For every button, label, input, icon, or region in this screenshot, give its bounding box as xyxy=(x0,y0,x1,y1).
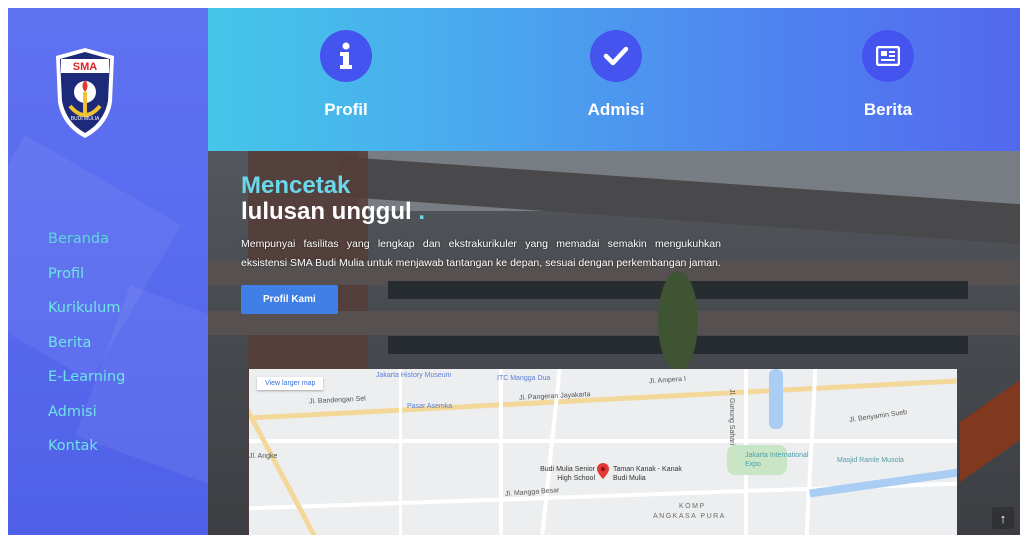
sidebar-item-beranda[interactable]: Beranda xyxy=(48,222,125,257)
feature-profil-label: Profil xyxy=(324,100,368,119)
logo-text: SMA xyxy=(73,61,98,73)
location-map[interactable]: View larger map Jakarta History Museum I… xyxy=(249,369,957,535)
school-logo[interactable]: SMA BUDI MULIA xyxy=(52,46,118,140)
map-label-itc: ITC Mangga Dua xyxy=(497,375,551,382)
feature-berita-label: Berita xyxy=(863,100,913,119)
map-label-taman: Taman Kanak - Kanak Budi Mulia xyxy=(613,466,682,482)
sidebar-item-kontak[interactable]: Kontak xyxy=(48,429,125,464)
feature-berita[interactable]: Berita xyxy=(818,30,958,120)
sidebar-item-admisi[interactable]: Admisi xyxy=(48,395,125,430)
map-label-expo: Jakarta International Expo xyxy=(745,452,809,468)
sidebar-item-berita[interactable]: Berita xyxy=(48,326,125,361)
sidebar-item-profil[interactable]: Profil xyxy=(48,257,125,292)
map-road xyxy=(399,369,402,535)
hero-title-line2-text: lulusan unggul xyxy=(241,198,412,225)
hero-title-line1: Mencetak xyxy=(241,172,351,199)
map-road xyxy=(249,439,957,443)
map-label-komp: KOMP xyxy=(679,503,706,510)
hero-title-line2: lulusan unggul . xyxy=(241,199,721,225)
feature-bar: Profil Admisi Berita xyxy=(208,8,1020,151)
hero-section: Mencetak lulusan unggul . Mempunyai fasi… xyxy=(208,151,1020,535)
feature-admisi[interactable]: Admisi xyxy=(546,30,686,120)
map-label-school: Budi Mulia Senior High School xyxy=(540,466,595,482)
profil-kami-button[interactable]: Profil Kami xyxy=(241,285,338,314)
scroll-to-top-button[interactable]: ↑ xyxy=(992,507,1014,529)
check-icon xyxy=(590,30,642,82)
map-label-pasar: Pasar Asemka xyxy=(407,403,453,410)
map-label-museum: Jakarta History Museum xyxy=(376,372,452,379)
map-water xyxy=(769,369,783,429)
sidebar: SMA BUDI MULIA Beranda Profil Kurikulum … xyxy=(8,8,208,535)
map-label-gunung-sahari: Jl. Gunung Sahari xyxy=(728,389,735,446)
view-larger-map-link[interactable]: View larger map xyxy=(257,377,324,390)
school-location-pin-icon[interactable] xyxy=(597,463,609,479)
hero-title-dot: . xyxy=(418,198,425,225)
map-label-bandengan: Jl. Bandengan Sel xyxy=(308,395,366,406)
info-icon xyxy=(320,30,372,82)
sidebar-menu: Beranda Profil Kurikulum Berita E-Learni… xyxy=(48,222,125,464)
map-road xyxy=(249,406,319,535)
map-label-angke: Jl. Angke xyxy=(249,453,278,460)
newspaper-icon xyxy=(862,30,914,82)
sidebar-item-e-learning[interactable]: E-Learning xyxy=(48,360,125,395)
feature-admisi-label: Admisi xyxy=(587,100,645,119)
feature-profil[interactable]: Profil xyxy=(276,30,416,120)
sidebar-item-kurikulum[interactable]: Kurikulum xyxy=(48,291,125,326)
logo-motto: BUDI MULIA xyxy=(71,116,100,122)
hero-text: Mencetak lulusan unggul . Mempunyai fasi… xyxy=(241,173,721,314)
map-label-benyamin: Jl. Benyamin Sueb xyxy=(848,408,908,425)
hero-description: Mempunyai fasilitas yang lengkap dan eks… xyxy=(241,238,721,269)
page-frame: SMA BUDI MULIA Beranda Profil Kurikulum … xyxy=(8,8,1020,535)
map-label-angkasa: ANGKASA PURA xyxy=(653,513,726,520)
map-label-ampera: Jl. Ampera I xyxy=(648,375,687,386)
map-label-masjid: Masjid Ramle Musola xyxy=(837,457,904,464)
map-road xyxy=(499,369,503,535)
